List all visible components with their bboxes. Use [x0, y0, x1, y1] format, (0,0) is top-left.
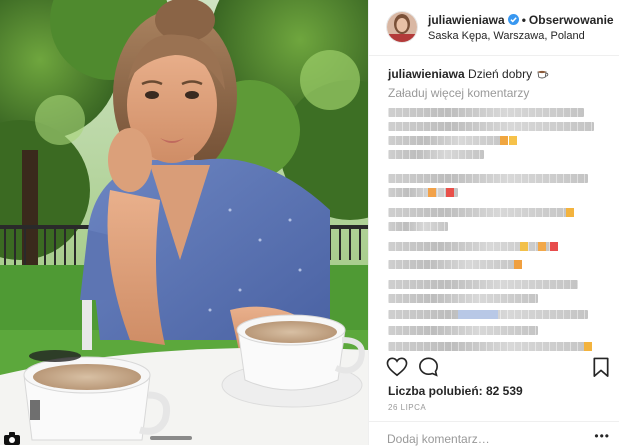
avatar[interactable]: [387, 12, 417, 42]
caption: juliawieniawa Dzień dobry: [388, 67, 549, 81]
blurred-comment: [388, 136, 517, 145]
location-link[interactable]: Saska Kępa, Warszawa, Poland: [428, 30, 585, 42]
add-comment-bar: Dodaj komentarz… •••: [369, 421, 619, 446]
options-icon[interactable]: •••: [594, 429, 610, 443]
blurred-comment: [388, 122, 594, 131]
blurred-comment: [388, 222, 448, 231]
verified-badge-icon: [507, 14, 519, 25]
blurred-comment: [388, 108, 584, 117]
post-photo[interactable]: [0, 0, 368, 445]
blurred-comment: [388, 326, 538, 335]
username-link[interactable]: juliawieniawa: [428, 13, 505, 27]
blurred-comment: [388, 280, 578, 289]
follow-button[interactable]: Obserwowanie: [529, 13, 614, 27]
avatar-image: [387, 12, 417, 42]
blurred-comment: [388, 310, 588, 319]
blurred-comment: [388, 342, 592, 351]
post-actions: [386, 357, 611, 379]
blurred-comment: [388, 188, 458, 197]
post-date[interactable]: 26 LIPCA: [388, 403, 426, 412]
likes-count[interactable]: Liczba polubień: 82 539: [388, 384, 523, 398]
photo-illustration: [0, 0, 368, 445]
caption-username[interactable]: juliawieniawa: [388, 67, 465, 81]
load-more-comments-link[interactable]: Załaduj więcej komentarzy: [388, 86, 529, 100]
blurred-comment: [388, 294, 538, 303]
blurred-comment: [388, 208, 574, 217]
blurred-comment: [388, 260, 522, 269]
separator-dot: •: [521, 13, 526, 27]
blurred-comments: [388, 104, 598, 354]
post-header: juliawieniawa • Obserwowanie Saska Kępa, W…: [369, 0, 619, 56]
post-side-panel: juliawieniawa • Obserwowanie Saska Kępa, W…: [368, 0, 619, 446]
blurred-comment: [388, 242, 558, 251]
heart-icon[interactable]: [386, 357, 408, 377]
coffee-icon: [537, 70, 549, 79]
blurred-comment: [388, 150, 484, 159]
blurred-comment: [388, 174, 588, 183]
bookmark-icon[interactable]: [592, 357, 610, 378]
camera-icon: [4, 432, 20, 445]
comment-bubble-icon[interactable]: [418, 357, 439, 377]
header-user-row: juliawieniawa • Obserwowanie: [428, 13, 614, 27]
caption-text: Dzień dobry: [468, 67, 533, 81]
add-comment-input[interactable]: Dodaj komentarz…: [387, 432, 490, 446]
